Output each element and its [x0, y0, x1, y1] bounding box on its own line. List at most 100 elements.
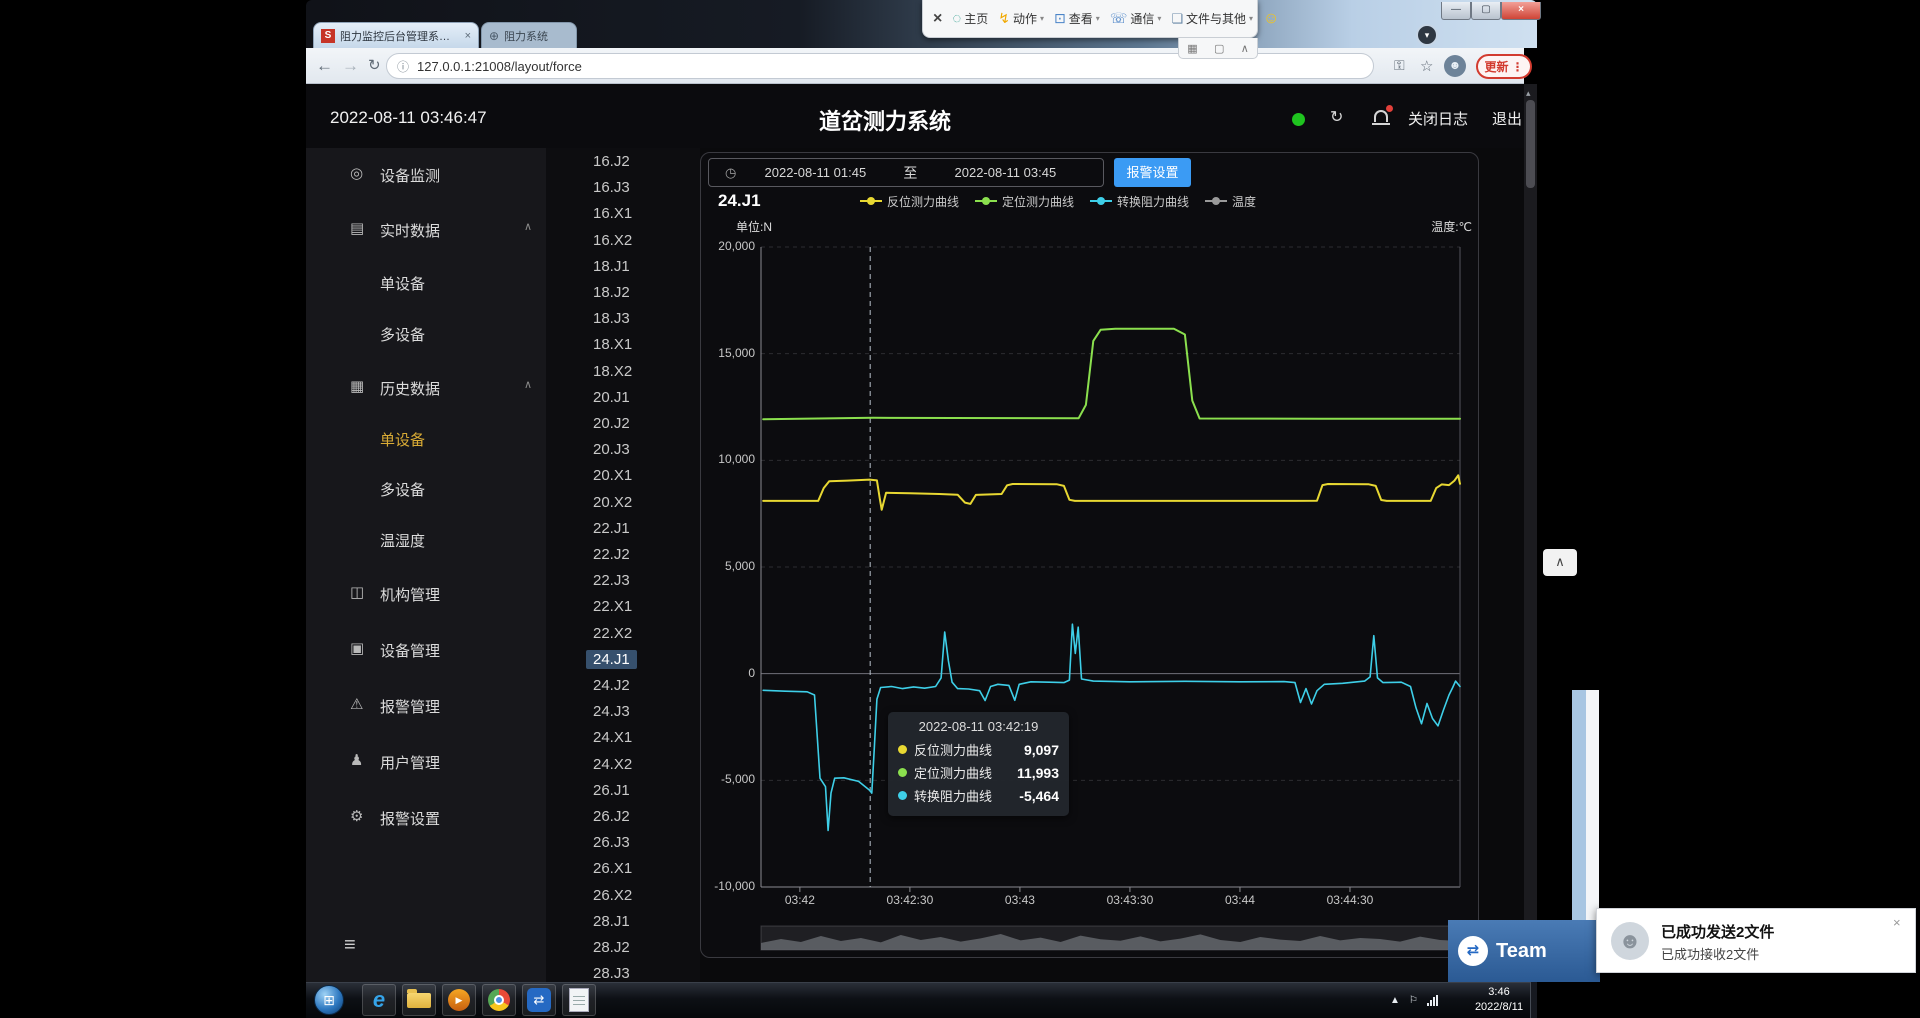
- browser-tab-active[interactable]: S 阻力监控后台管理系统-设备管理 ×: [313, 22, 479, 48]
- scroll-to-top-button[interactable]: ∧: [1543, 549, 1577, 576]
- taskbar-clock[interactable]: 3:46 2022/8/11: [1468, 985, 1530, 1015]
- device-list-item[interactable]: 24.X1: [586, 728, 639, 747]
- grid-icon[interactable]: ▦: [1187, 42, 1197, 55]
- browser-tab-inactive[interactable]: ⊕ 阻力系统: [481, 22, 577, 48]
- forward-button[interactable]: →: [342, 56, 359, 76]
- legend-item-定位测力曲线[interactable]: 定位测力曲线: [975, 193, 1074, 209]
- tv-toolbar-item-查看[interactable]: ⊡查看▾: [1054, 10, 1100, 27]
- tray-flag-icon[interactable]: ⚐: [1409, 995, 1418, 1006]
- sidebar-collapse-icon[interactable]: ≡: [344, 934, 356, 957]
- tv-toolbar-item-通信[interactable]: ☏通信▾: [1110, 10, 1162, 27]
- info-icon[interactable]: ⓘ: [397, 58, 409, 75]
- page-scrollbar[interactable]: [1524, 84, 1537, 982]
- device-list-item[interactable]: 20.J1: [586, 388, 637, 407]
- refresh-icon[interactable]: ↻: [1330, 107, 1343, 127]
- device-list-item[interactable]: 16.J3: [586, 178, 637, 197]
- device-list-item[interactable]: 24.J1: [586, 650, 637, 669]
- tv-toolbar-item-smiley-icon[interactable]: ☺: [1263, 10, 1279, 28]
- start-button[interactable]: ⊞: [314, 985, 344, 1015]
- reload-button[interactable]: ↻: [368, 56, 381, 74]
- device-list-item[interactable]: 18.J3: [586, 309, 637, 328]
- device-list-item[interactable]: 26.J1: [586, 781, 637, 800]
- device-list-item[interactable]: 26.J2: [586, 807, 637, 826]
- device-list-item[interactable]: 26.X1: [586, 859, 639, 878]
- chrome-update-button[interactable]: 更新 ⋮: [1476, 54, 1532, 79]
- sidebar-item-设备管理[interactable]: ▣设备管理: [306, 637, 546, 663]
- sidebar-item-设备监测[interactable]: ◎设备监测: [306, 162, 546, 188]
- device-list-item[interactable]: 22.X1: [586, 597, 639, 616]
- device-list-item[interactable]: 24.J2: [586, 676, 637, 695]
- taskbar-teamviewer-icon[interactable]: ⇄: [522, 984, 556, 1016]
- tv-toolbar-item-主页[interactable]: ◌主页: [952, 10, 988, 27]
- fullscreen-icon[interactable]: ▢: [1214, 42, 1224, 55]
- key-icon[interactable]: ⚿: [1394, 57, 1405, 74]
- range-to-value[interactable]: 2022-08-11 03:45: [940, 165, 1070, 180]
- sidebar-item-报警管理[interactable]: ⚠报警管理: [306, 693, 546, 719]
- device-list-item[interactable]: 24.J3: [586, 702, 637, 721]
- toast-close-icon[interactable]: ×: [1893, 915, 1901, 930]
- device-list-item[interactable]: 16.X2: [586, 231, 639, 250]
- device-list-item[interactable]: 16.J2: [586, 152, 637, 171]
- device-list-item[interactable]: 20.X1: [586, 466, 639, 485]
- sidebar-item-单设备[interactable]: 单设备: [306, 426, 546, 452]
- show-desktop-button[interactable]: [1530, 982, 1537, 1018]
- device-list-item[interactable]: 20.X2: [586, 493, 639, 512]
- device-list-item[interactable]: 22.J3: [586, 571, 637, 590]
- tab-close-icon[interactable]: ×: [465, 30, 471, 42]
- bell-icon[interactable]: [1374, 110, 1388, 122]
- device-list-item[interactable]: 18.J1: [586, 257, 637, 276]
- sidebar-item-用户管理[interactable]: ♟用户管理: [306, 749, 546, 775]
- taskbar-ie-icon[interactable]: e: [362, 984, 396, 1016]
- taskbar-chrome-icon[interactable]: [482, 984, 516, 1016]
- teamviewer-window-fragment[interactable]: ⇄ Team: [1448, 920, 1600, 982]
- tv-toolbar-item-文件与其他[interactable]: ❏文件与其他▾: [1171, 10, 1253, 27]
- profile-avatar[interactable]: ☻: [1444, 55, 1466, 77]
- sidebar-item-多设备[interactable]: 多设备: [306, 321, 546, 347]
- window-minimize-button[interactable]: —: [1441, 2, 1471, 20]
- system-tray[interactable]: ▲ ⚐: [1390, 982, 1470, 1018]
- device-list-item[interactable]: 20.J2: [586, 414, 637, 433]
- device-list-item[interactable]: 26.J3: [586, 833, 637, 852]
- device-list-item[interactable]: 20.J3: [586, 440, 637, 459]
- sidebar-item-单设备[interactable]: 单设备: [306, 270, 546, 296]
- range-from-value[interactable]: 2022-08-11 01:45: [750, 165, 880, 180]
- legend-item-转换阻力曲线[interactable]: 转换阻力曲线: [1090, 193, 1189, 209]
- sidebar-item-报警设置[interactable]: ⚙报警设置: [306, 805, 546, 831]
- sidebar-item-温湿度[interactable]: 温湿度: [306, 527, 546, 553]
- sidebar-item-机构管理[interactable]: ◫机构管理: [306, 581, 546, 607]
- taskbar-notepad-icon[interactable]: [562, 984, 596, 1016]
- back-button[interactable]: ←: [316, 56, 333, 76]
- device-list-item[interactable]: 18.X1: [586, 335, 639, 354]
- device-list-item[interactable]: 24.X2: [586, 755, 639, 774]
- chevron-up-icon[interactable]: ∧: [524, 220, 532, 233]
- bookmark-star-icon[interactable]: ☆: [1420, 57, 1433, 75]
- device-list-item[interactable]: 22.J2: [586, 545, 637, 564]
- legend-item-反位测力曲线[interactable]: 反位测力曲线: [860, 193, 959, 209]
- device-list-item[interactable]: 28.J2: [586, 938, 637, 957]
- close-log-button[interactable]: 关闭日志: [1408, 108, 1468, 129]
- scrollbar-up-arrow[interactable]: ▴: [1526, 88, 1531, 99]
- sidebar-item-多设备[interactable]: 多设备: [306, 476, 546, 502]
- device-list-item[interactable]: 28.J3: [586, 964, 637, 983]
- legend-item-温度[interactable]: 温度: [1205, 193, 1256, 209]
- taskbar-folder-icon[interactable]: [402, 984, 436, 1016]
- scrollbar-thumb[interactable]: [1526, 100, 1535, 188]
- date-range-picker[interactable]: ◷ 2022-08-11 01:45 至 2022-08-11 03:45: [708, 158, 1104, 187]
- device-list-item[interactable]: 18.J2: [586, 283, 637, 302]
- window-maximize-button[interactable]: ▢: [1471, 2, 1501, 20]
- taskbar-media-player-icon[interactable]: ▶: [442, 984, 476, 1016]
- device-list-item[interactable]: 22.J1: [586, 519, 637, 538]
- tv-toolbar-item-动作[interactable]: ↯动作▾: [998, 10, 1044, 27]
- tray-show-hidden-icon[interactable]: ▲: [1390, 995, 1400, 1006]
- chevron-up-icon[interactable]: ∧: [524, 378, 532, 391]
- device-list-item[interactable]: 18.X2: [586, 362, 639, 381]
- sidebar-item-实时数据[interactable]: ▤实时数据∧: [306, 217, 546, 243]
- device-list-item[interactable]: 26.X2: [586, 886, 639, 905]
- network-signal-icon[interactable]: [1427, 995, 1438, 1006]
- alarm-settings-button[interactable]: 报警设置: [1114, 158, 1191, 187]
- browser-menu-circle-button[interactable]: ▾: [1416, 24, 1438, 46]
- device-list-item[interactable]: 22.X2: [586, 624, 639, 643]
- collapse-icon[interactable]: ∧: [1241, 42, 1249, 55]
- window-close-button[interactable]: ×: [1501, 2, 1541, 20]
- device-list-item[interactable]: 16.X1: [586, 204, 639, 223]
